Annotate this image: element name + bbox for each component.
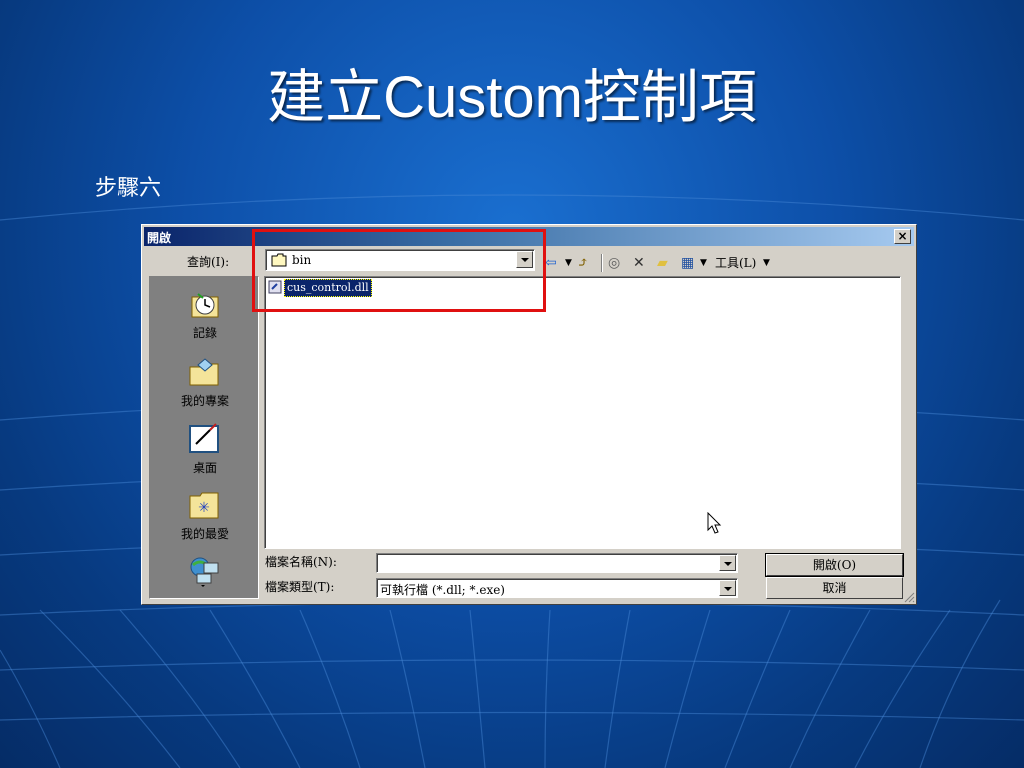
open-button[interactable]: 開啟(O) xyxy=(765,553,904,577)
place-my-projects[interactable]: 我的專案 xyxy=(150,357,260,409)
delete-icon[interactable]: ✕ xyxy=(633,254,645,272)
close-button[interactable]: × xyxy=(894,229,911,244)
new-folder-icon[interactable]: ▰ xyxy=(657,254,668,272)
history-icon xyxy=(191,293,219,318)
place-history[interactable]: 記錄 xyxy=(150,289,260,341)
dialog-title: 開啟 xyxy=(147,231,172,245)
views-icon[interactable]: ▦ xyxy=(681,254,694,272)
place-desktop[interactable]: 桌面 xyxy=(150,422,260,476)
back-icon[interactable]: ⇦ xyxy=(545,254,557,272)
filetype-dropdown[interactable]: 可執行檔 (*.dll; *.exe) xyxy=(376,578,738,598)
up-folder-icon[interactable]: ⤴ xyxy=(577,254,589,272)
filetype-label: 檔案類型(T): xyxy=(265,580,335,594)
filename-dropdown-arrow[interactable] xyxy=(719,555,736,571)
slide-step-label: 步驟六 xyxy=(95,176,162,201)
network-places-icon xyxy=(190,557,219,587)
views-dropdown-icon[interactable]: ▼ xyxy=(700,254,707,272)
toolbar-separator xyxy=(601,254,603,272)
filetype-dropdown-arrow[interactable] xyxy=(719,580,736,596)
lookin-label: 查詢(I): xyxy=(187,255,230,269)
highlight-box xyxy=(252,229,546,312)
places-bar: 記錄 我的專案 桌面 ✳ 我的最愛 xyxy=(149,276,259,599)
filename-label: 檔案名稱(N): xyxy=(265,555,337,569)
place-favorites[interactable]: ✳ 我的最愛 xyxy=(150,490,260,542)
place-label-my-projects: 我的專案 xyxy=(180,394,229,408)
tools-menu[interactable]: 工具(L) xyxy=(715,254,756,272)
dialog-toolbar: ⇦ ▼ ⤴ ◎ ✕ ▰ ▦ ▼ 工具(L) ▼ xyxy=(545,252,785,274)
favorites-icon: ✳ xyxy=(189,492,219,519)
slide-title: 建立Custom控制項 xyxy=(267,65,757,130)
file-list[interactable]: cus_control.dll xyxy=(264,276,901,549)
resize-grip-icon[interactable] xyxy=(903,591,915,603)
place-network[interactable] xyxy=(150,555,260,590)
back-dropdown-icon[interactable]: ▼ xyxy=(565,254,572,272)
place-label-desktop: 桌面 xyxy=(192,461,217,475)
cancel-button[interactable]: 取消 xyxy=(766,577,903,599)
svg-text:✳: ✳ xyxy=(198,500,210,516)
my-projects-icon xyxy=(189,358,219,386)
place-label-history: 記錄 xyxy=(192,326,217,340)
search-web-icon[interactable]: ◎ xyxy=(608,254,620,272)
tools-dropdown-icon[interactable]: ▼ xyxy=(763,254,770,272)
mouse-pointer-icon xyxy=(707,512,722,534)
filename-input[interactable] xyxy=(376,553,738,573)
filetype-value: 可執行檔 (*.dll; *.exe) xyxy=(380,583,505,597)
desktop-icon xyxy=(189,423,219,453)
place-label-favorites: 我的最愛 xyxy=(180,527,229,541)
